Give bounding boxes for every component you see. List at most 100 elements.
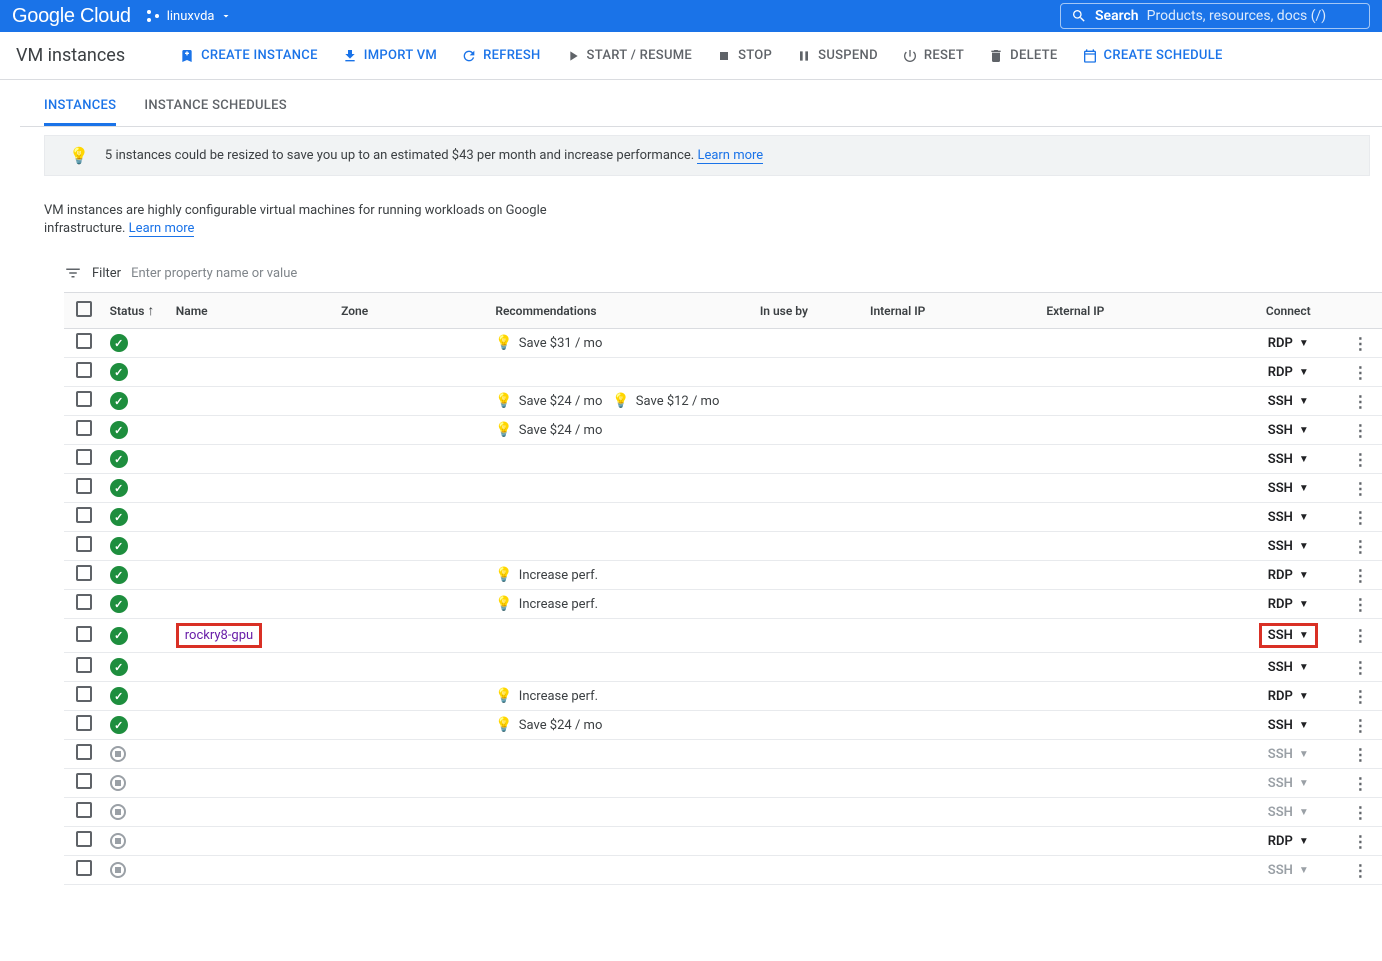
more-actions-button[interactable]: ⋮ — [1352, 566, 1367, 585]
tab-schedules[interactable]: INSTANCE SCHEDULES — [144, 98, 287, 126]
connect-button[interactable]: SSH ▼ — [1268, 423, 1309, 438]
more-actions-button[interactable]: ⋮ — [1352, 658, 1367, 677]
table-row: RDP ▼ ⋮ — [64, 358, 1382, 387]
connect-button[interactable]: RDP ▼ — [1268, 689, 1309, 704]
more-actions-button[interactable]: ⋮ — [1352, 334, 1367, 353]
row-checkbox[interactable] — [76, 507, 92, 523]
recommendation[interactable]: 💡Save $31 / mo — [495, 335, 602, 351]
recommendation[interactable]: 💡Save $24 / mo — [495, 393, 602, 409]
create-instance-button[interactable]: CREATE INSTANCE — [179, 48, 318, 64]
row-checkbox[interactable] — [76, 773, 92, 789]
more-actions-button[interactable]: ⋮ — [1352, 450, 1367, 469]
row-checkbox[interactable] — [76, 333, 92, 349]
search-box[interactable]: Search Products, resources, docs (/) — [1060, 3, 1370, 29]
row-checkbox[interactable] — [76, 420, 92, 436]
more-actions-button[interactable]: ⋮ — [1352, 392, 1367, 411]
row-checkbox[interactable] — [76, 449, 92, 465]
recommendation[interactable]: 💡Increase perf. — [495, 596, 598, 612]
connect-button[interactable]: SSH ▼ — [1268, 805, 1309, 820]
connect-button[interactable]: RDP ▼ — [1268, 568, 1309, 583]
connect-button[interactable]: SSH ▼ — [1268, 776, 1309, 791]
col-name[interactable]: Name — [170, 293, 335, 329]
row-checkbox[interactable] — [76, 594, 92, 610]
filter-bar[interactable]: Filter Enter property name or value — [20, 258, 1382, 292]
desc-learn-more[interactable]: Learn more — [129, 221, 195, 237]
more-actions-button[interactable]: ⋮ — [1352, 716, 1367, 735]
row-checkbox[interactable] — [76, 565, 92, 581]
more-actions-button[interactable]: ⋮ — [1352, 861, 1367, 880]
more-actions-button[interactable]: ⋮ — [1352, 774, 1367, 793]
more-actions-button[interactable]: ⋮ — [1352, 687, 1367, 706]
project-name: linuxvda — [167, 9, 215, 24]
row-checkbox[interactable] — [76, 744, 92, 760]
instance-name-link[interactable]: rockry8-gpu — [185, 628, 253, 643]
row-checkbox[interactable] — [76, 831, 92, 847]
col-connect[interactable]: Connect — [1239, 293, 1338, 329]
connect-button[interactable]: SSH ▼ — [1268, 660, 1309, 675]
more-actions-button[interactable]: ⋮ — [1352, 508, 1367, 527]
connect-button[interactable]: SSH ▼ — [1268, 747, 1309, 762]
table-row: SSH ▼ ⋮ — [64, 445, 1382, 474]
more-actions-button[interactable]: ⋮ — [1352, 832, 1367, 851]
connect-button[interactable]: SSH ▼ — [1268, 394, 1309, 409]
connect-button[interactable]: SSH ▼ — [1268, 481, 1309, 496]
recommendation[interactable]: 💡Increase perf. — [495, 567, 598, 583]
status-running-icon — [110, 334, 128, 352]
recommendation[interactable]: 💡Increase perf. — [495, 688, 598, 704]
col-inuse[interactable]: In use by — [754, 293, 864, 329]
row-checkbox[interactable] — [76, 860, 92, 876]
select-all-checkbox[interactable] — [76, 301, 92, 317]
row-checkbox[interactable] — [76, 391, 92, 407]
stop-button[interactable]: STOP — [716, 48, 772, 64]
recommendation[interactable]: 💡Save $12 / mo — [612, 393, 719, 409]
notice-learn-more[interactable]: Learn more — [697, 148, 763, 164]
row-checkbox[interactable] — [76, 802, 92, 818]
import-vm-button[interactable]: IMPORT VM — [342, 48, 437, 64]
connect-button[interactable]: SSH ▼ — [1268, 539, 1309, 554]
create-schedule-button[interactable]: CREATE SCHEDULE — [1082, 48, 1223, 64]
suspend-button[interactable]: SUSPEND — [796, 48, 878, 64]
recommendation[interactable]: 💡Save $24 / mo — [495, 717, 602, 733]
more-actions-button[interactable]: ⋮ — [1352, 479, 1367, 498]
row-checkbox[interactable] — [76, 536, 92, 552]
more-actions-button[interactable]: ⋮ — [1352, 421, 1367, 440]
row-checkbox[interactable] — [76, 686, 92, 702]
delete-button[interactable]: DELETE — [988, 48, 1057, 64]
connect-button[interactable]: SSH ▼ — [1268, 628, 1309, 643]
col-external-ip[interactable]: External IP — [1040, 293, 1238, 329]
col-recommendations[interactable]: Recommendations — [489, 293, 753, 329]
row-checkbox[interactable] — [76, 626, 92, 642]
more-actions-button[interactable]: ⋮ — [1352, 803, 1367, 822]
reset-button[interactable]: RESET — [902, 48, 964, 64]
table-row: SSH ▼ ⋮ — [64, 653, 1382, 682]
connect-button[interactable]: SSH ▼ — [1268, 510, 1309, 525]
refresh-button[interactable]: REFRESH — [461, 48, 540, 64]
tab-instances[interactable]: INSTANCES — [44, 98, 116, 126]
col-zone[interactable]: Zone — [335, 293, 489, 329]
connect-button[interactable]: RDP ▼ — [1268, 336, 1309, 351]
row-checkbox[interactable] — [76, 478, 92, 494]
row-checkbox[interactable] — [76, 657, 92, 673]
more-actions-button[interactable]: ⋮ — [1352, 745, 1367, 764]
connect-button[interactable]: RDP ▼ — [1268, 597, 1309, 612]
lightbulb-icon: 💡 — [495, 717, 512, 733]
row-checkbox[interactable] — [76, 715, 92, 731]
connect-button[interactable]: RDP ▼ — [1268, 365, 1309, 380]
connect-button[interactable]: RDP ▼ — [1268, 834, 1309, 849]
more-actions-button[interactable]: ⋮ — [1352, 537, 1367, 556]
col-status[interactable]: Status — [110, 304, 145, 318]
more-actions-button[interactable]: ⋮ — [1352, 363, 1367, 382]
connect-button[interactable]: SSH ▼ — [1268, 863, 1309, 878]
logo[interactable]: Google Cloud — [12, 5, 131, 28]
status-running-icon — [110, 658, 128, 676]
project-selector[interactable]: linuxvda — [145, 8, 233, 24]
connect-button[interactable]: SSH ▼ — [1268, 718, 1309, 733]
caret-down-icon: ▼ — [1299, 778, 1309, 789]
start-button[interactable]: START / RESUME — [565, 48, 693, 64]
col-internal-ip[interactable]: Internal IP — [864, 293, 1040, 329]
connect-button[interactable]: SSH ▼ — [1268, 452, 1309, 467]
more-actions-button[interactable]: ⋮ — [1352, 626, 1367, 645]
row-checkbox[interactable] — [76, 362, 92, 378]
more-actions-button[interactable]: ⋮ — [1352, 595, 1367, 614]
recommendation[interactable]: 💡Save $24 / mo — [495, 422, 602, 438]
